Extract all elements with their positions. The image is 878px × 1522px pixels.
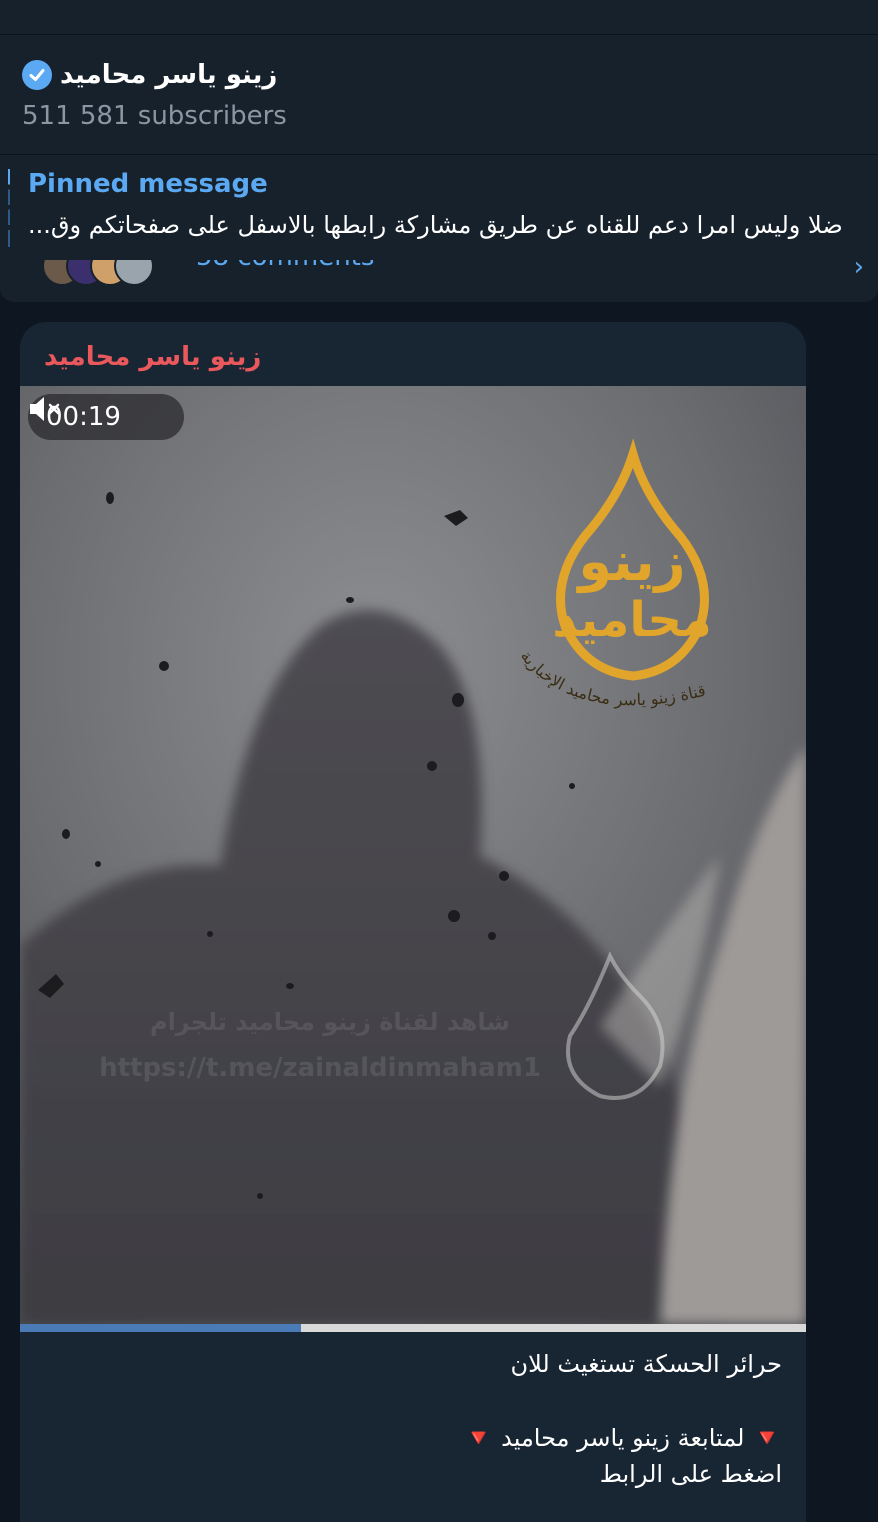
- video-progress-bar[interactable]: [20, 1324, 806, 1332]
- chevron-right-icon[interactable]: ›: [854, 260, 864, 282]
- svg-text:محاميد: محاميد: [552, 592, 711, 648]
- post-caption: حرائر الحسكة تستغيث للان 🔻 لمتابعة زينو …: [42, 1346, 782, 1492]
- channel-title-row[interactable]: زينو ياسر محاميد: [22, 55, 277, 95]
- subscriber-count: 511 581 subscribers: [22, 101, 287, 131]
- pinned-message-bar[interactable]: Pinned message ضلا وليس امرا دعم للقناه …: [0, 154, 878, 260]
- pinned-text-container: ضلا وليس امرا دعم للقناه عن طريق مشاركة …: [0, 211, 878, 247]
- red-triangle-icon: 🔻: [752, 1424, 782, 1452]
- video-progress-fill: [20, 1324, 301, 1332]
- comments-link[interactable]: 58 comments: [196, 260, 374, 272]
- channel-header[interactable]: زينو ياسر محاميد 511 581 subscribers: [0, 34, 878, 154]
- video-overlay-line2: https://t.me/zainaldinmaham1: [99, 1053, 541, 1083]
- caption-line-2: 🔻 لمتابعة زينو ياسر محاميد 🔻: [42, 1420, 782, 1456]
- previous-message-footer[interactable]: 58 comments ›: [0, 260, 878, 302]
- video-player[interactable]: زينو محاميد قناة زينو ياسر محاميد الإخبا…: [20, 386, 806, 1324]
- caption-line-3[interactable]: اضغط على الرابط: [42, 1456, 782, 1492]
- caption-line-2-text: لمتابعة زينو ياسر محاميد: [493, 1424, 753, 1452]
- post-sender-name[interactable]: زينو ياسر محاميد: [44, 342, 261, 372]
- commenter-avatars: [42, 260, 172, 286]
- video-overlay-line1: شاهد لقناة زينو محاميد تلجرام: [150, 1008, 510, 1036]
- red-triangle-icon: 🔻: [463, 1424, 494, 1452]
- channel-post: زينو ياسر محاميد زينو محاميد قناة زينو ي…: [20, 322, 806, 1522]
- svg-text:زينو: زينو: [575, 530, 685, 593]
- caption-line-1: حرائر الحسكة تستغيث للان: [510, 1350, 782, 1378]
- verified-badge-icon: [22, 60, 52, 90]
- video-duration-pill[interactable]: 00:19: [28, 394, 184, 440]
- video-frame: زينو محاميد قناة زينو ياسر محاميد الإخبا…: [20, 386, 806, 1324]
- channel-name: زينو ياسر محاميد: [60, 60, 278, 90]
- window-top-strip: [0, 0, 878, 34]
- pinned-label: Pinned message: [28, 169, 268, 199]
- pinned-text: ضلا وليس امرا دعم للقناه عن طريق مشاركة …: [28, 211, 843, 239]
